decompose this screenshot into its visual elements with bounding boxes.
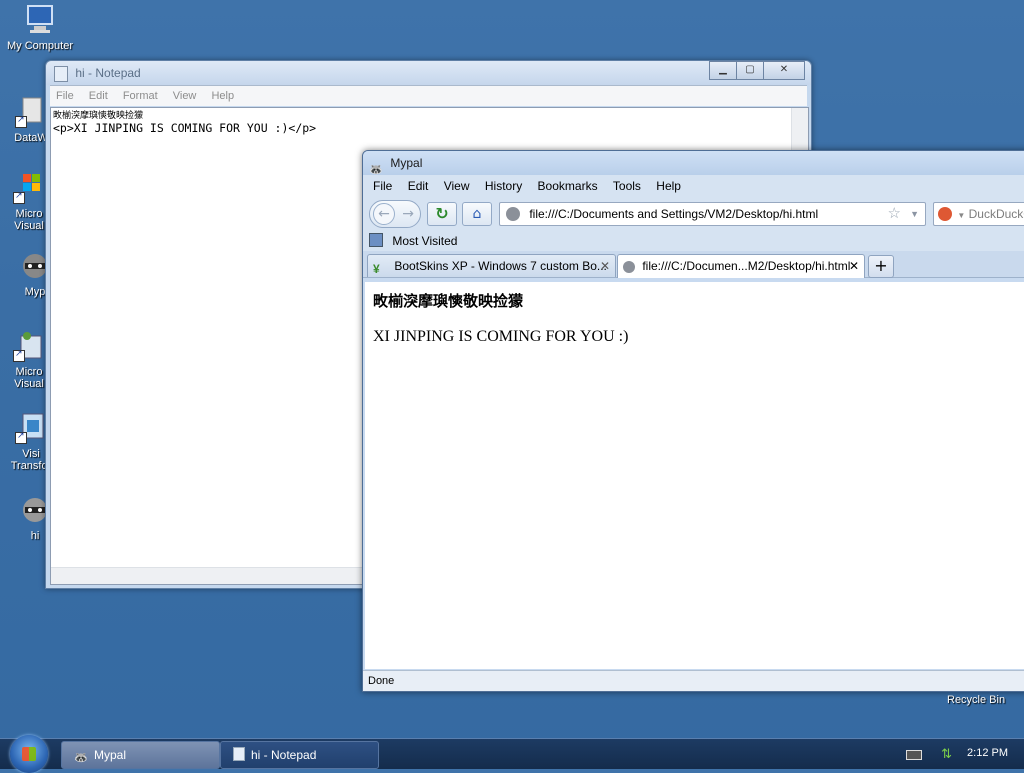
raccoon-icon: 🦝	[74, 752, 88, 764]
bookmark-star-icon[interactable]: ☆	[888, 203, 901, 225]
menu-help[interactable]: Help	[211, 90, 234, 102]
close-button[interactable]: ✕	[763, 61, 805, 80]
notepad-icon	[54, 65, 68, 82]
bookmark-most-visited[interactable]: Most Visited	[392, 234, 457, 248]
navigation-toolbar: ← → ↻ ⌂ file:///C:/Documents and Setting…	[363, 197, 1024, 231]
new-tab-button[interactable]: +	[868, 255, 894, 278]
shortcut-icon	[13, 172, 45, 204]
menu-help[interactable]: Help	[656, 179, 681, 193]
shortcut-icon	[15, 412, 47, 444]
menu-history[interactable]: History	[485, 179, 522, 193]
search-bar[interactable]: ▼ DuckDuckGo	[933, 202, 1024, 226]
page-heading: 畋椾湥摩璵慡敬映捡獴	[373, 292, 524, 310]
status-bar: Done	[363, 670, 1024, 691]
globe-icon	[623, 261, 635, 273]
menu-tools[interactable]: Tools	[613, 179, 641, 193]
menu-view[interactable]: View	[444, 179, 470, 193]
menu-file[interactable]: File	[373, 179, 392, 193]
shortcut-icon	[15, 96, 47, 128]
notepad-icon	[233, 747, 245, 761]
bookmarks-toolbar: Most Visited	[363, 231, 1024, 251]
globe-icon	[506, 207, 520, 221]
tab-label: file:///C:/Documen...M2/Desktop/hi.html	[642, 259, 851, 273]
mypal-window[interactable]: 🦝 Mypal File Edit View History Bookmarks…	[362, 150, 1024, 692]
taskbar-item-mypal[interactable]: 🦝 Mypal	[61, 741, 220, 769]
taskbar: 🦝 Mypal hi - Notepad ⇅ 2:12 PM	[0, 735, 1024, 773]
notepad-menubar: File Edit Format View Help	[50, 85, 807, 106]
raccoon-icon: 🦝	[369, 163, 383, 176]
page-paragraph: XI JINPING IS COMING FOR YOU :)	[373, 328, 629, 345]
notepad-titlebar[interactable]: hi - Notepad ▁ ▢ ✕	[46, 61, 811, 85]
clock[interactable]: 2:12 PM	[967, 747, 1008, 759]
computer-icon	[24, 4, 56, 36]
taskbar-item-label: hi - Notepad	[251, 748, 317, 762]
start-button[interactable]	[10, 735, 48, 773]
duckduckgo-icon	[938, 207, 952, 221]
tab-close-icon[interactable]: ✕	[849, 255, 859, 277]
menu-format[interactable]: Format	[123, 90, 158, 102]
menu-view[interactable]: View	[173, 90, 197, 102]
chevron-down-icon[interactable]: ▼	[910, 203, 919, 225]
reload-button[interactable]: ↻	[427, 202, 457, 226]
url-text: file:///C:/Documents and Settings/VM2/De…	[529, 207, 819, 221]
back-forward-group: ← →	[369, 200, 421, 228]
page-content[interactable]: 畋椾湥摩璵慡敬映捡獴 XI JINPING IS COMING FOR YOU …	[365, 282, 1024, 669]
search-placeholder: DuckDuckGo	[968, 207, 1024, 221]
notepad-line-2: <p>XI JINPING IS COMING FOR YOU :)</p>	[53, 121, 317, 135]
maximize-button[interactable]: ▢	[736, 61, 764, 80]
network-icon[interactable]: ⇅	[941, 746, 952, 762]
recycle-bin-label[interactable]: Recycle Bin	[947, 694, 1005, 706]
tab-label: BootSkins XP - Windows 7 custom Bo...	[394, 259, 607, 273]
shortcut-icon	[13, 330, 45, 362]
menu-edit[interactable]: Edit	[408, 179, 429, 193]
system-tray: ⇅ 2:12 PM	[884, 739, 1024, 769]
desktop-icon-my-computer[interactable]: My Computer	[1, 4, 79, 52]
bootskins-favicon-icon: ¥	[373, 262, 380, 276]
menu-bookmarks[interactable]: Bookmarks	[538, 179, 598, 193]
keyboard-icon[interactable]	[906, 750, 922, 760]
tab-strip: ¥ BootSkins XP - Windows 7 custom Bo... …	[363, 251, 1024, 278]
tab-hi-html[interactable]: file:///C:/Documen...M2/Desktop/hi.html …	[617, 254, 865, 278]
minimize-icon: ▁	[719, 64, 727, 75]
desktop-icon-label: My Computer	[6, 40, 74, 52]
tab-close-icon[interactable]: ✕	[600, 255, 610, 277]
menu-edit[interactable]: Edit	[89, 90, 108, 102]
tab-bootskins[interactable]: ¥ BootSkins XP - Windows 7 custom Bo... …	[367, 254, 616, 277]
plus-icon: +	[874, 256, 888, 275]
chevron-down-icon[interactable]: ▼	[957, 211, 965, 220]
home-icon: ⌂	[472, 206, 482, 222]
notepad-title: hi - Notepad	[75, 66, 141, 80]
mypal-titlebar[interactable]: 🦝 Mypal	[363, 151, 1024, 176]
close-icon: ✕	[779, 64, 789, 75]
taskbar-item-label: Mypal	[94, 748, 127, 762]
mypal-menubar: File Edit View History Bookmarks Tools H…	[363, 175, 1024, 197]
maximize-icon: ▢	[745, 64, 755, 75]
bookmark-folder-icon	[369, 233, 383, 247]
back-button[interactable]: ←	[373, 203, 395, 225]
mypal-title: Mypal	[390, 156, 423, 170]
taskbar-item-notepad[interactable]: hi - Notepad	[220, 741, 379, 769]
url-bar[interactable]: file:///C:/Documents and Settings/VM2/De…	[499, 202, 926, 226]
home-button[interactable]: ⌂	[462, 202, 492, 226]
menu-file[interactable]: File	[56, 90, 74, 102]
minimize-button[interactable]: ▁	[709, 61, 737, 80]
forward-button[interactable]: →	[402, 205, 414, 223]
reload-icon: ↻	[435, 204, 449, 223]
